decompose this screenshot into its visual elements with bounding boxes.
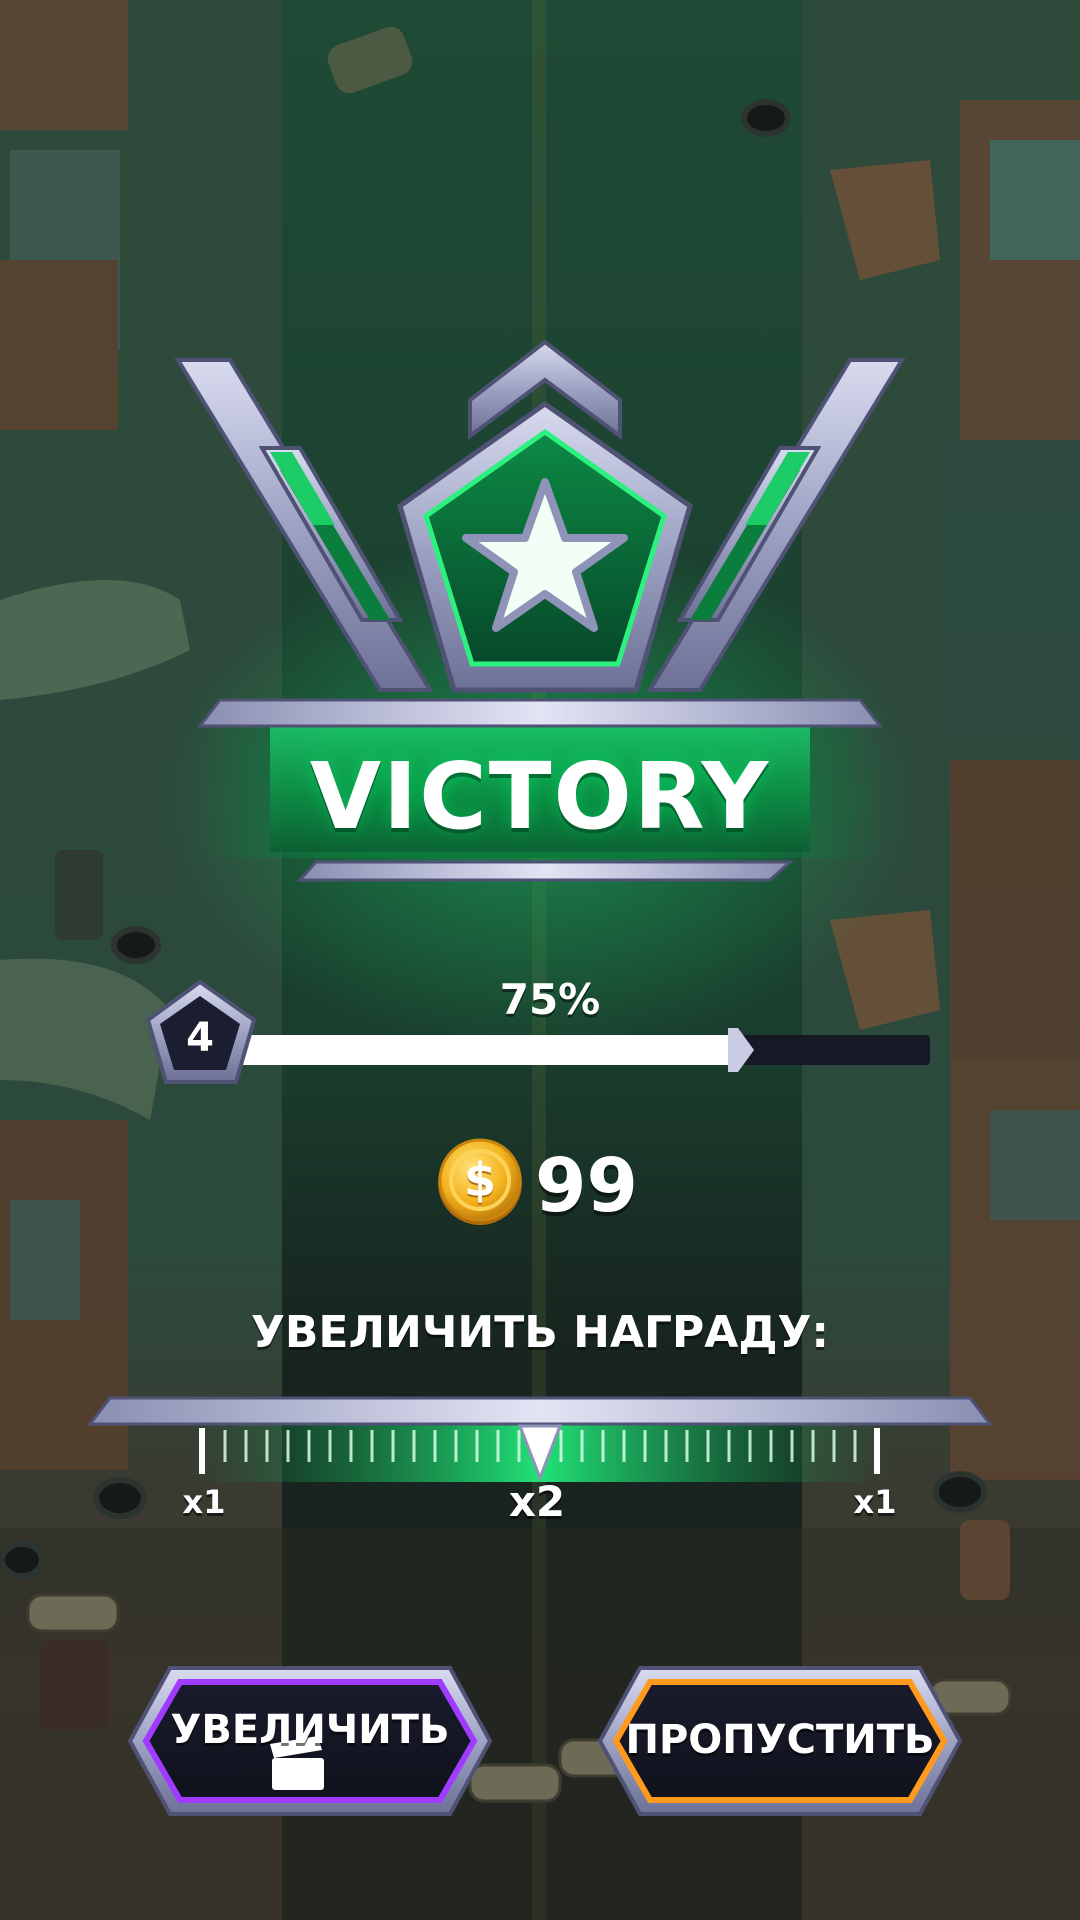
multiplier-label-center: x2 [508, 1477, 566, 1526]
coin-amount: 99 [535, 1143, 638, 1229]
meter-end-mark-right [874, 1428, 880, 1474]
game-background [0, 0, 1080, 1920]
boost-button-label[interactable]: УВЕЛИЧИТЬ [150, 1702, 470, 1758]
multiplier-label-right: x1 [853, 1483, 897, 1521]
progress-fill [240, 1035, 738, 1065]
multiplier-label-left: x1 [182, 1483, 226, 1521]
skip-button-label[interactable]: ПРОПУСТИТЬ [620, 1712, 940, 1768]
coin-symbol: $ [463, 1153, 496, 1207]
meter-end-mark-left [199, 1428, 205, 1474]
boost-reward-title: УВЕЛИЧИТЬ НАГРАДУ: [250, 1307, 830, 1358]
victory-title: VICTORY [309, 743, 771, 850]
level-number: 4 [186, 1015, 214, 1061]
progress-percent-label: 75% [499, 975, 601, 1024]
multiplier-meter [86, 1396, 994, 1483]
